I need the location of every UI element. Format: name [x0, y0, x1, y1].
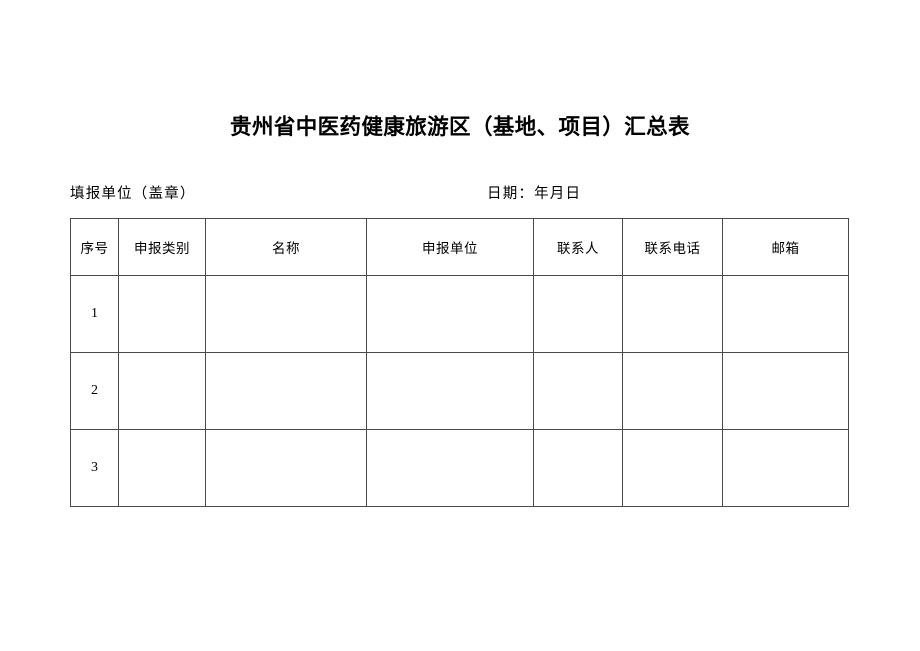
cell-category[interactable] [118, 275, 206, 353]
cell-unit[interactable] [366, 275, 534, 353]
column-header-phone: 联系电话 [622, 218, 723, 276]
cell-name[interactable] [205, 275, 367, 353]
column-header-unit: 申报单位 [366, 218, 534, 276]
cell-unit[interactable] [366, 429, 534, 507]
column-header-index: 序号 [70, 218, 119, 276]
document-page: 贵州省中医药健康旅游区（基地、项目）汇总表 填报单位（盖章） 日期：年月日 序号… [0, 0, 920, 651]
cell-category[interactable] [118, 429, 206, 507]
table-row: 2 [70, 352, 849, 430]
cell-contact[interactable] [533, 352, 623, 430]
cell-unit[interactable] [366, 352, 534, 430]
subheader-row: 填报单位（盖章） 日期：年月日 [70, 183, 848, 205]
summary-table: 序号 申报类别 名称 申报单位 联系人 联系电话 邮箱 1 2 3 [70, 218, 849, 507]
table-row: 1 [70, 275, 849, 353]
cell-phone[interactable] [622, 275, 723, 353]
cell-email[interactable] [722, 275, 849, 353]
cell-name[interactable] [205, 352, 367, 430]
column-header-name: 名称 [205, 218, 367, 276]
table-row: 3 [70, 429, 849, 507]
cell-contact[interactable] [533, 429, 623, 507]
cell-name[interactable] [205, 429, 367, 507]
filler-unit-label: 填报单位（盖章） [70, 186, 196, 202]
cell-category[interactable] [118, 352, 206, 430]
cell-email[interactable] [722, 352, 849, 430]
cell-index: 2 [70, 352, 119, 430]
cell-phone[interactable] [622, 429, 723, 507]
column-header-category: 申报类别 [118, 218, 206, 276]
table-header: 序号 申报类别 名称 申报单位 联系人 联系电话 邮箱 [70, 218, 849, 276]
cell-index: 1 [70, 275, 119, 353]
column-header-contact: 联系人 [533, 218, 623, 276]
column-header-email: 邮箱 [722, 218, 849, 276]
cell-index: 3 [70, 429, 119, 507]
date-label: 日期：年月日 [487, 186, 582, 202]
cell-phone[interactable] [622, 352, 723, 430]
table-header-row: 序号 申报类别 名称 申报单位 联系人 联系电话 邮箱 [70, 218, 849, 276]
table-body: 1 2 3 [70, 275, 849, 507]
page-title: 贵州省中医药健康旅游区（基地、项目）汇总表 [230, 115, 690, 139]
cell-email[interactable] [722, 429, 849, 507]
cell-contact[interactable] [533, 275, 623, 353]
